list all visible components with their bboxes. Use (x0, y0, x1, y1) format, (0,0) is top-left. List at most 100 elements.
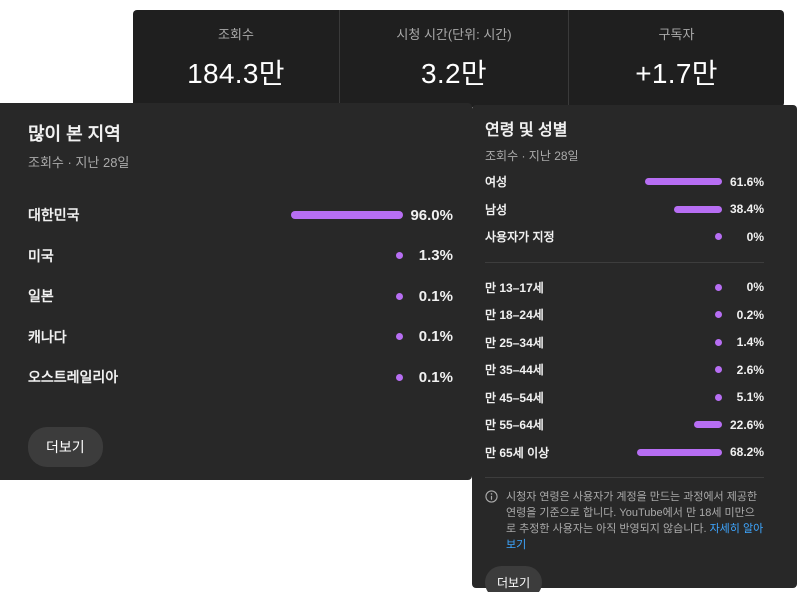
value-dot (396, 374, 403, 381)
value-dot (715, 233, 722, 240)
row-bar-track (286, 374, 403, 381)
value-bar (694, 421, 722, 428)
see-more-button[interactable]: 더보기 (485, 566, 542, 592)
row-bar-track (597, 394, 722, 401)
analytics-page: 조회수 184.3만 시청 시간(단위: 시간) 3.2만 구독자 +1.7만 … (0, 0, 800, 592)
summary-metrics-bar: 조회수 184.3만 시청 시간(단위: 시간) 3.2만 구독자 +1.7만 (133, 10, 784, 107)
tab-subscribers-value: +1.7만 (569, 52, 784, 92)
row-value: 68.2% (722, 445, 764, 459)
table-row: 캐나다 0.1% (28, 317, 453, 358)
row-label: 만 18–24세 (485, 306, 597, 323)
table-row: 미국 1.3% (28, 236, 453, 277)
card-title: 연령 및 성별 (485, 121, 764, 141)
age-gender-card: 연령 및 성별 조회수 · 지난 28일 여성 61.6% 남성 38.4% 사… (472, 105, 797, 588)
row-value: 22.6% (722, 418, 764, 432)
table-row: 만 55–64세 22.6% (485, 411, 764, 439)
row-label: 대한민국 (28, 205, 286, 225)
row-bar-track (597, 311, 722, 318)
row-label: 만 35–44세 (485, 361, 597, 378)
value-bar (637, 449, 722, 456)
row-value: 0% (722, 280, 764, 294)
table-row: 오스트레일리아 0.1% (28, 357, 453, 398)
row-label: 만 25–34세 (485, 334, 597, 351)
tab-views-value: 184.3만 (133, 52, 339, 92)
value-bar (674, 206, 722, 213)
row-bar-track (286, 293, 403, 300)
row-bar-track (286, 252, 403, 259)
row-value: 96.0% (403, 207, 453, 224)
row-bar-track (597, 421, 722, 428)
row-value: 1.4% (722, 335, 764, 349)
row-bar-track (597, 178, 722, 185)
row-value: 0.2% (722, 308, 764, 322)
row-label: 만 55–64세 (485, 416, 597, 433)
tab-subscribers-label: 구독자 (569, 27, 784, 43)
row-label: 사용자가 지정 (485, 228, 597, 245)
tab-watch-time-label: 시청 시간(단위: 시간) (340, 27, 568, 43)
card-title: 많이 본 지역 (28, 123, 453, 145)
row-label: 일본 (28, 286, 286, 306)
row-label: 오스트레일리아 (28, 367, 286, 387)
table-row: 사용자가 지정 0% (485, 223, 764, 251)
row-bar-track (286, 211, 403, 219)
table-row: 일본 0.1% (28, 276, 453, 317)
row-bar-track (597, 284, 722, 291)
row-value: 38.4% (722, 202, 764, 216)
value-dot (715, 366, 722, 373)
card-subtitle: 조회수 · 지난 28일 (28, 152, 453, 171)
geo-rows: 대한민국 96.0% 미국 1.3% 일본 0.1% 캐나다 0.1% 오스트레… (28, 195, 453, 398)
tab-views[interactable]: 조회수 184.3만 (133, 10, 339, 107)
row-value: 0.1% (403, 328, 453, 345)
row-label: 캐나다 (28, 327, 286, 347)
footnote-text-block: 시청자 연령은 사용자가 계정을 만드는 과정에서 제공한 연령을 기준으로 합… (506, 489, 764, 553)
row-value: 61.6% (722, 175, 764, 189)
row-value: 1.3% (403, 247, 453, 264)
value-dot (715, 339, 722, 346)
divider (485, 262, 764, 263)
row-bar-track (597, 339, 722, 346)
tab-watch-time[interactable]: 시청 시간(단위: 시간) 3.2만 (339, 10, 568, 107)
row-value: 2.6% (722, 363, 764, 377)
row-label: 남성 (485, 201, 597, 218)
divider (485, 477, 764, 478)
row-bar-track (597, 366, 722, 373)
card-subtitle: 조회수 · 지난 28일 (485, 147, 764, 164)
age-footnote: 시청자 연령은 사용자가 계정을 만드는 과정에서 제공한 연령을 기준으로 합… (485, 489, 764, 553)
table-row: 만 13–17세 0% (485, 274, 764, 302)
table-row: 만 45–54세 5.1% (485, 384, 764, 412)
table-row: 대한민국 96.0% (28, 195, 453, 236)
table-row: 만 18–24세 0.2% (485, 301, 764, 329)
tab-subscribers[interactable]: 구독자 +1.7만 (568, 10, 784, 107)
value-dot (715, 394, 722, 401)
row-value: 0.1% (403, 288, 453, 305)
row-label: 만 65세 이상 (485, 444, 597, 461)
age-rows: 만 13–17세 0% 만 18–24세 0.2% 만 25–34세 1.4% … (485, 274, 764, 467)
tab-watch-time-value: 3.2만 (340, 52, 568, 92)
row-bar-track (286, 333, 403, 340)
row-bar-track (597, 449, 722, 456)
value-dot (396, 252, 403, 259)
top-geographies-card: 많이 본 지역 조회수 · 지난 28일 대한민국 96.0% 미국 1.3% … (0, 103, 472, 480)
row-label: 만 13–17세 (485, 279, 597, 296)
row-label: 미국 (28, 246, 286, 266)
value-bar (645, 178, 722, 185)
row-bar-track (597, 206, 722, 213)
info-icon (485, 490, 498, 553)
row-label: 만 45–54세 (485, 389, 597, 406)
see-more-button[interactable]: 더보기 (28, 427, 103, 467)
tab-views-label: 조회수 (133, 27, 339, 43)
value-dot (715, 311, 722, 318)
row-value: 0.1% (403, 369, 453, 386)
table-row: 만 35–44세 2.6% (485, 356, 764, 384)
table-row: 여성 61.6% (485, 168, 764, 196)
row-bar-track (597, 233, 722, 240)
value-bar (291, 211, 403, 219)
row-value: 5.1% (722, 390, 764, 404)
value-dot (396, 293, 403, 300)
value-dot (715, 284, 722, 291)
row-value: 0% (722, 230, 764, 244)
table-row: 만 25–34세 1.4% (485, 329, 764, 357)
value-dot (396, 333, 403, 340)
table-row: 만 65세 이상 68.2% (485, 439, 764, 467)
gender-rows: 여성 61.6% 남성 38.4% 사용자가 지정 0% (485, 168, 764, 251)
